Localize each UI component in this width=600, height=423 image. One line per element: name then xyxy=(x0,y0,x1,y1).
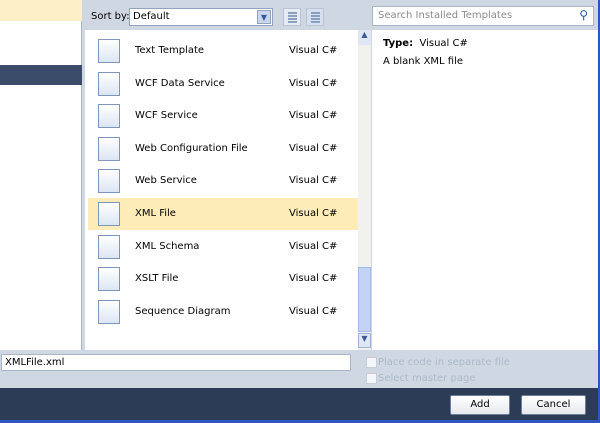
template-icon xyxy=(98,71,120,96)
details-panel xyxy=(372,30,598,350)
template-language: Visual C# xyxy=(289,142,338,154)
template-name: XSLT File xyxy=(135,273,179,285)
scroll-down-icon[interactable]: ▼ xyxy=(358,333,371,348)
template-icon xyxy=(98,267,120,292)
name-input[interactable]: XMLFile.xml xyxy=(1,354,351,371)
sort-value: Default xyxy=(133,11,170,22)
template-list: Text Template Visual C# WCF Data Service Vi… xyxy=(85,30,371,350)
sort-label: Sort by: xyxy=(91,11,130,22)
template-name: Web Service xyxy=(135,175,197,187)
add-button[interactable]: Add xyxy=(450,395,510,415)
template-type: Type: Visual C# xyxy=(383,38,468,49)
template-row[interactable]: Web Service Visual C# xyxy=(88,165,358,197)
master-page-label: Select master page xyxy=(378,373,476,384)
template-row[interactable]: XML Schema Visual C# xyxy=(88,231,358,263)
template-name: WCF Service xyxy=(135,110,198,122)
search-input[interactable]: Search Installed Templates ⚲ xyxy=(372,6,594,26)
separate-code-label: Place code in separate file xyxy=(378,357,510,368)
template-icon xyxy=(98,169,120,194)
template-language: Visual C# xyxy=(289,45,338,56)
list-icon xyxy=(311,12,320,23)
search-icon[interactable]: ⚲ xyxy=(579,8,588,22)
template-language: Visual C# xyxy=(289,77,338,89)
template-name: Text Template xyxy=(135,45,205,56)
template-language: Visual C# xyxy=(289,240,338,252)
sort-dropdown[interactable]: Default ▼ xyxy=(129,8,273,26)
template-row[interactable]: Sequence Diagram Visual C# xyxy=(88,296,358,328)
master-page-checkbox[interactable] xyxy=(366,373,377,384)
template-row[interactable]: XML File Visual C# xyxy=(88,198,358,230)
list-view-button[interactable] xyxy=(306,8,324,26)
template-row[interactable]: Web Configuration File Visual C# xyxy=(88,133,358,165)
template-name: Sequence Diagram xyxy=(135,305,231,317)
grid-icon xyxy=(288,12,297,23)
template-language: Visual C# xyxy=(289,110,338,122)
template-language: Visual C# xyxy=(289,273,338,285)
template-row[interactable]: WCF Service Visual C# xyxy=(88,100,358,132)
template-language: Visual C# xyxy=(289,305,338,317)
template-row[interactable]: WCF Data Service Visual C# xyxy=(88,68,358,100)
template-row[interactable]: XSLT File Visual C# xyxy=(88,263,358,295)
template-language: Visual C# xyxy=(289,208,338,219)
type-value: Visual C# xyxy=(419,38,468,49)
chevron-down-icon[interactable]: ▼ xyxy=(257,10,271,24)
template-name: WCF Data Service xyxy=(135,77,225,89)
type-label: Type: xyxy=(383,38,414,49)
categories-panel xyxy=(0,0,82,350)
template-icon xyxy=(98,234,120,259)
scrollbar[interactable]: ▲ ▼ xyxy=(358,30,371,350)
template-name: XML Schema xyxy=(135,240,200,252)
template-name: Web Configuration File xyxy=(135,142,248,154)
scrollbar-thumb[interactable] xyxy=(358,267,371,332)
template-icon xyxy=(98,136,120,161)
search-placeholder: Search Installed Templates xyxy=(378,10,513,21)
category-item-highlighted[interactable] xyxy=(0,0,82,21)
template-icon xyxy=(98,202,120,226)
template-icon xyxy=(98,104,120,129)
template-row[interactable]: Text Template Visual C# xyxy=(88,35,358,67)
medium-icons-view-button[interactable] xyxy=(283,8,301,26)
scroll-up-icon[interactable]: ▲ xyxy=(358,30,371,45)
template-description: A blank XML file xyxy=(383,56,464,67)
template-name: XML File xyxy=(135,208,176,219)
template-language: Visual C# xyxy=(289,175,338,187)
category-item-selected[interactable] xyxy=(0,65,82,85)
separate-code-checkbox[interactable] xyxy=(366,357,377,368)
template-icon xyxy=(98,299,120,324)
template-icon xyxy=(98,39,120,63)
cancel-button[interactable]: Cancel xyxy=(521,395,586,415)
